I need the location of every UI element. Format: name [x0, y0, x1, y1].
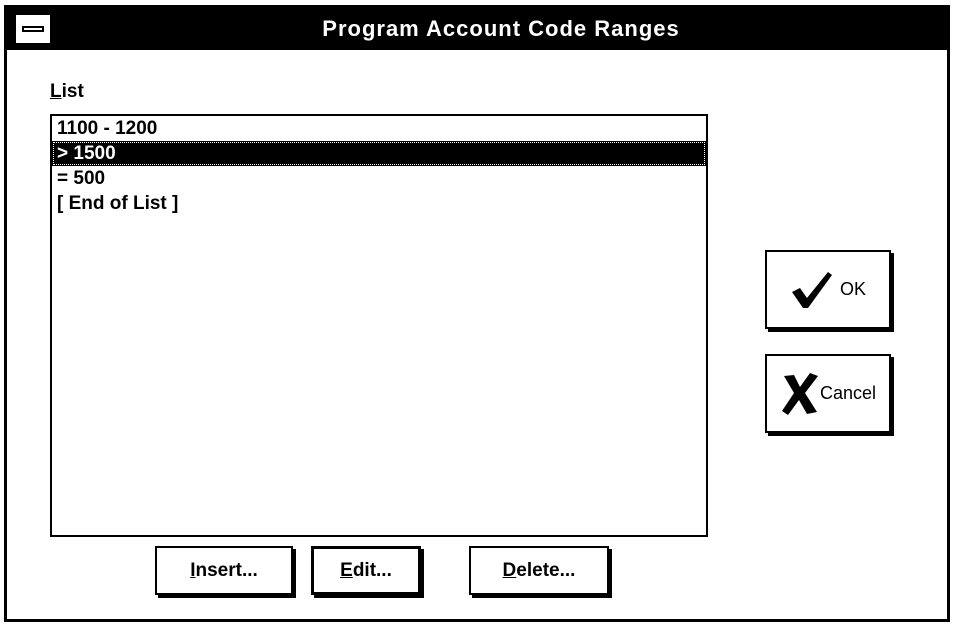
dialog-window: Program Account Code Ranges List 1100 - … — [4, 5, 950, 622]
edit-rest: dit... — [352, 559, 392, 581]
code-range-listbox[interactable]: 1100 - 1200 > 1500 = 500 [ End of List ] — [50, 114, 708, 537]
edit-button[interactable]: Edit... — [311, 546, 421, 595]
x-cross-icon — [781, 372, 818, 415]
list-item-end-of-list[interactable]: [ End of List ] — [52, 191, 706, 216]
cancel-label: Cancel — [819, 383, 877, 403]
system-menu-icon — [22, 26, 44, 32]
insert-button[interactable]: Insert... — [155, 546, 293, 595]
insert-rest: nsert... — [195, 559, 258, 581]
delete-button[interactable]: Delete... — [469, 546, 609, 595]
list-label-accel: L — [50, 81, 62, 102]
window-title: Program Account Code Ranges — [322, 16, 680, 41]
edit-accel: E — [340, 559, 353, 581]
delete-accel: D — [502, 559, 517, 581]
system-menu-button[interactable] — [14, 13, 52, 45]
ok-label: OK — [839, 279, 866, 299]
ok-button[interactable]: OK — [765, 250, 891, 329]
cancel-button[interactable]: Cancel — [765, 354, 891, 433]
list-item[interactable]: = 500 — [52, 166, 706, 191]
delete-rest: elete... — [516, 559, 576, 581]
list-item-selected[interactable]: > 1500 — [52, 141, 706, 166]
checkmark-icon — [791, 271, 832, 308]
list-label-rest: ist — [61, 81, 84, 102]
list-label: List — [50, 81, 84, 103]
list-item[interactable]: 1100 - 1200 — [52, 116, 706, 141]
title-bar: Program Account Code Ranges — [7, 8, 947, 50]
